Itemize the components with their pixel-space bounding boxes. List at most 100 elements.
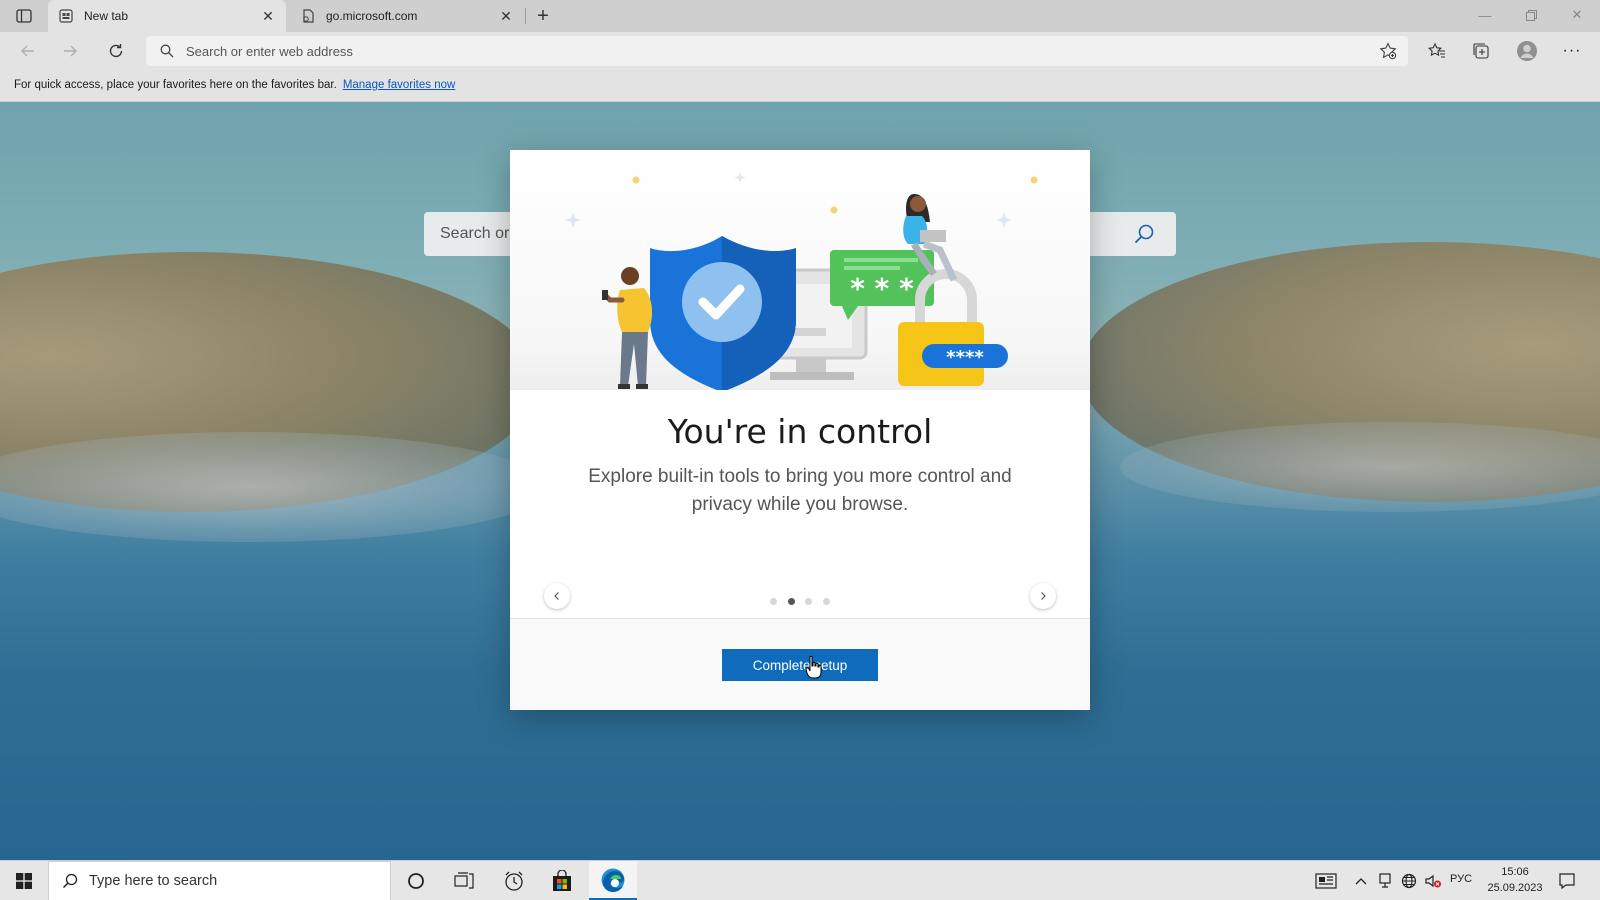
sparkle-icon — [1030, 176, 1038, 184]
carousel-dot[interactable] — [805, 597, 813, 605]
carousel-dot-active[interactable] — [787, 597, 795, 605]
network-button[interactable] — [1398, 871, 1420, 891]
sparkle-icon — [734, 172, 746, 183]
sparkle-icon — [996, 212, 1012, 228]
taskbar-search-box[interactable] — [48, 861, 391, 900]
next-slide-button[interactable] — [1030, 583, 1056, 609]
tab-new-tab[interactable]: New tab ✕ — [48, 0, 286, 32]
browser-toolbar: ··· — [0, 32, 1600, 69]
complete-setup-button[interactable]: Complete setup — [722, 649, 878, 681]
background-shore — [0, 432, 550, 542]
windows-taskbar: РУС 15:06 25.09.2023 — [0, 860, 1600, 900]
plus-icon: + — [537, 4, 549, 27]
refresh-icon — [109, 44, 123, 58]
clock-date: 25.09.2023 — [1487, 882, 1543, 894]
sparkle-icon — [830, 206, 838, 214]
device-icon — [1379, 873, 1391, 888]
task-view-button[interactable] — [440, 861, 488, 900]
address-input[interactable] — [186, 43, 1286, 59]
alarm-clock-icon — [505, 871, 523, 891]
favorites-bar-hint: For quick access, place your favorites h… — [14, 79, 337, 91]
forward-button[interactable] — [56, 37, 84, 65]
back-arrow-icon — [21, 45, 34, 57]
person-with-phone-icon — [602, 267, 653, 389]
chevron-up-icon — [1355, 878, 1367, 885]
taskbar-search-input[interactable] — [89, 873, 369, 889]
restore-icon — [1525, 9, 1537, 21]
speaker-muted-icon — [1425, 874, 1441, 888]
settings-more-button[interactable]: ··· — [1557, 37, 1587, 65]
background-shore — [1120, 422, 1600, 512]
device-tray-button[interactable] — [1374, 871, 1396, 891]
refresh-button[interactable] — [102, 37, 130, 65]
news-icon — [1315, 873, 1337, 889]
search-icon — [61, 872, 79, 890]
dialog-footer: Complete setup — [510, 618, 1090, 710]
manage-favorites-link[interactable]: Manage favorites now — [343, 79, 456, 91]
dialog-description: Explore built-in tools to bring you more… — [588, 466, 1012, 515]
search-icon[interactable] — [1132, 222, 1156, 246]
setup-dialog: * * * **** You're in control Explore bui… — [510, 150, 1090, 710]
new-tab-button[interactable]: + — [532, 5, 554, 27]
favorites-button[interactable] — [1422, 37, 1452, 65]
start-button[interactable] — [0, 861, 48, 900]
minimize-icon: — — [1478, 7, 1492, 23]
edge-browser-app[interactable] — [589, 861, 637, 900]
tab-go-microsoft[interactable]: go.microsoft.com ✕ — [290, 0, 524, 32]
store-bag-icon — [553, 870, 571, 891]
clock-time: 15:06 — [1501, 866, 1529, 878]
chevron-right-icon — [1041, 592, 1046, 600]
avatar-icon — [1517, 41, 1537, 61]
carousel-dot[interactable] — [770, 597, 777, 605]
carousel-dot[interactable] — [822, 597, 830, 605]
restore-button[interactable] — [1508, 0, 1554, 30]
privacy-illustration: * * * **** — [510, 150, 1090, 390]
close-tab-icon[interactable]: ✕ — [260, 8, 276, 24]
collections-icon — [1473, 43, 1489, 59]
sparkle-icon — [632, 176, 640, 184]
tab-separator — [525, 8, 526, 24]
microsoft-store-app[interactable] — [538, 861, 586, 900]
tab-strip: New tab ✕ go.microsoft.com ✕ + — ✕ — [0, 0, 1600, 32]
add-favorite-button[interactable] — [1378, 41, 1398, 61]
sparkle-icon — [565, 212, 581, 228]
edge-logo-icon — [601, 868, 625, 892]
new-tab-page-icon — [58, 8, 74, 24]
close-tab-icon[interactable]: ✕ — [498, 8, 514, 24]
alarms-clock-app[interactable] — [490, 861, 538, 900]
cortana-icon — [408, 873, 424, 889]
minimize-button[interactable]: — — [1462, 0, 1508, 30]
tab-title: New tab — [84, 9, 129, 23]
previous-slide-button[interactable] — [544, 583, 570, 609]
system-clock[interactable]: 15:06 25.09.2023 — [1484, 864, 1546, 896]
input-language-indicator[interactable]: РУС — [1450, 873, 1472, 885]
tab-actions-button[interactable] — [12, 6, 36, 26]
password-tag-text: **** — [946, 347, 984, 368]
carousel-indicator — [770, 596, 830, 606]
news-widget-button[interactable] — [1315, 871, 1337, 891]
chevron-left-icon — [554, 592, 559, 600]
forward-arrow-icon — [64, 45, 77, 57]
task-view-icon — [454, 872, 474, 889]
notification-center-button[interactable] — [1556, 871, 1578, 891]
tab-title: go.microsoft.com — [326, 9, 418, 23]
cortana-button[interactable] — [392, 861, 440, 900]
tab-actions-icon — [16, 9, 32, 23]
close-window-button[interactable]: ✕ — [1554, 0, 1600, 30]
close-icon: ✕ — [1571, 7, 1583, 22]
star-add-icon — [1379, 42, 1397, 60]
dialog-title: You're in control — [667, 412, 933, 451]
favorites-bar: For quick access, place your favorites h… — [0, 69, 1600, 102]
more-dots-icon: ··· — [1562, 42, 1582, 59]
back-button[interactable] — [14, 37, 42, 65]
profile-button[interactable] — [1512, 37, 1542, 65]
volume-button[interactable] — [1422, 871, 1444, 891]
globe-icon — [1401, 873, 1417, 889]
collections-button[interactable] — [1466, 37, 1496, 65]
mouse-pointer-icon — [805, 655, 822, 679]
show-hidden-icons-button[interactable] — [1350, 871, 1372, 891]
loading-page-icon — [300, 8, 316, 24]
windows-logo-icon — [16, 873, 32, 889]
address-bar[interactable] — [146, 36, 1408, 66]
favorites-icon — [1428, 42, 1445, 58]
